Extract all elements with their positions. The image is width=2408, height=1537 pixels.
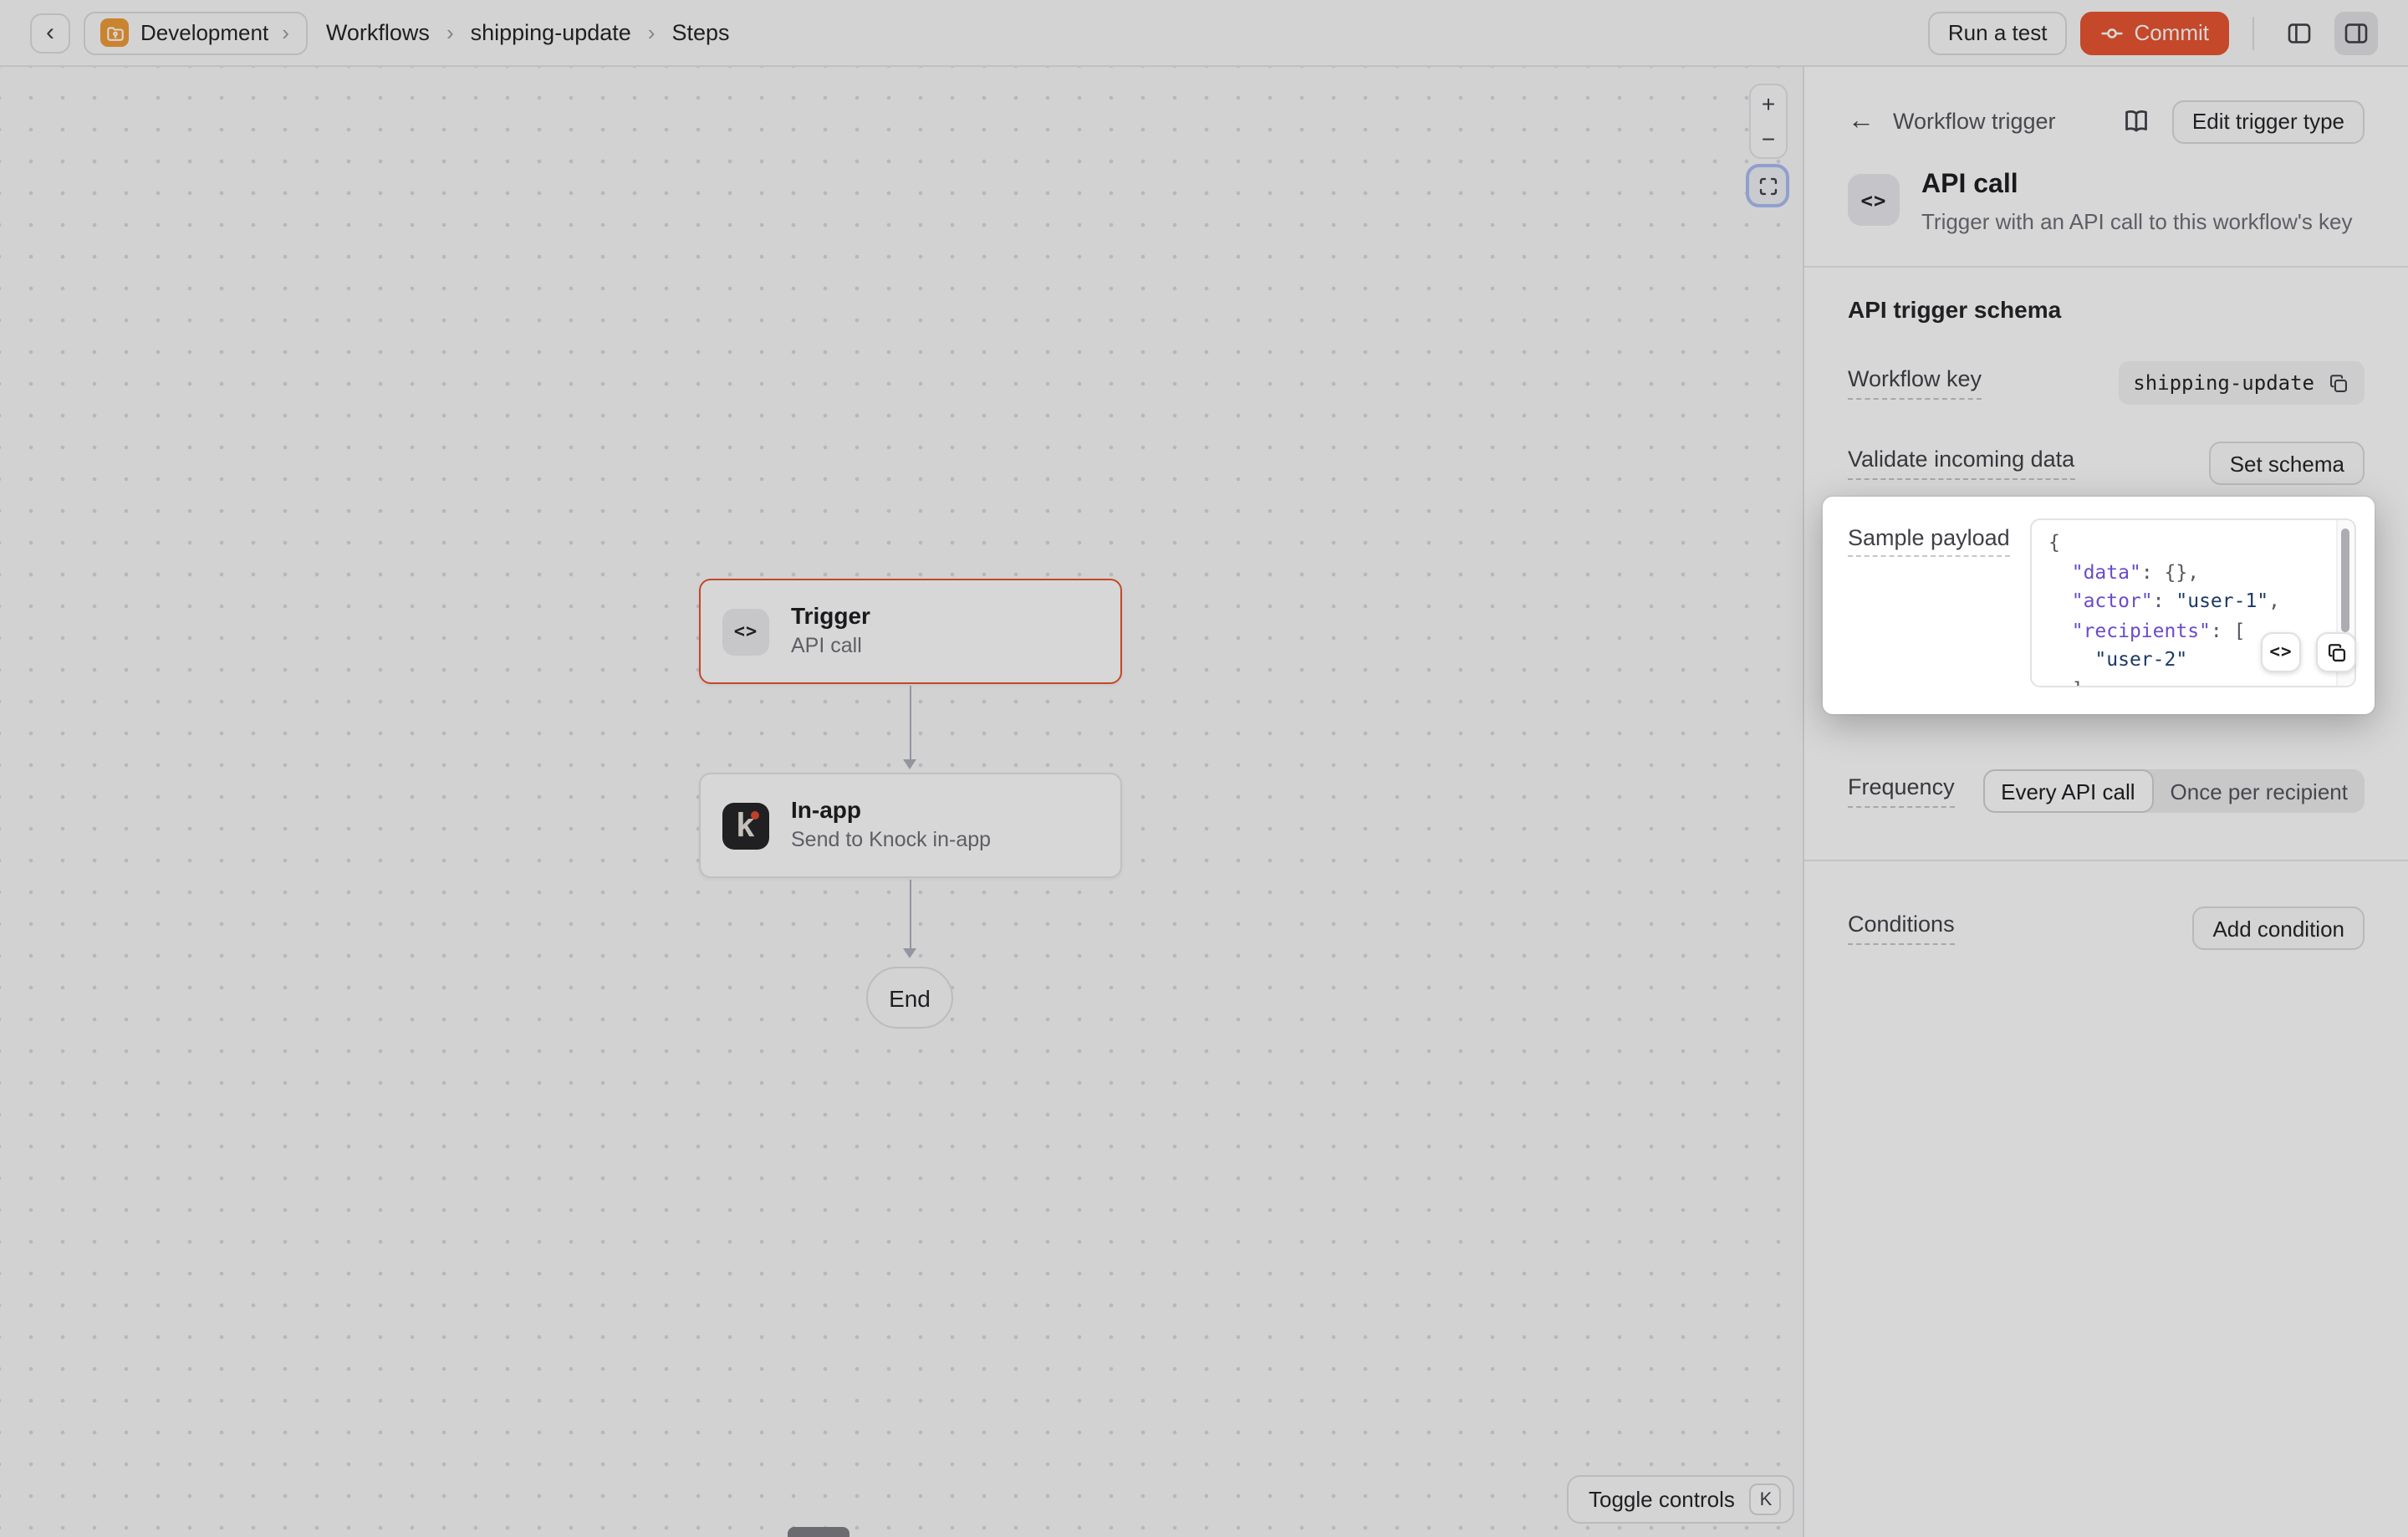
dim-overlay: [0, 0, 2408, 1537]
copy-icon: [2325, 641, 2347, 663]
sample-payload-editor[interactable]: { "data": {}, "actor": "user-1", "recipi…: [2030, 518, 2356, 687]
sample-payload-highlight: Sample payload { "data": {}, "actor": "u…: [1823, 497, 2375, 714]
code-editor-content: { "data": {}, "actor": "user-1", "recipi…: [2032, 520, 2354, 687]
scrollbar-thumb[interactable]: [2341, 529, 2349, 632]
copy-payload-button[interactable]: [2316, 632, 2356, 672]
expand-code-editor-button[interactable]: <>: [2261, 632, 2301, 672]
sample-payload-label: Sample payload: [1848, 525, 2010, 557]
app-window: ‹ Development › Workflows › shipping-upd…: [0, 0, 2408, 1537]
